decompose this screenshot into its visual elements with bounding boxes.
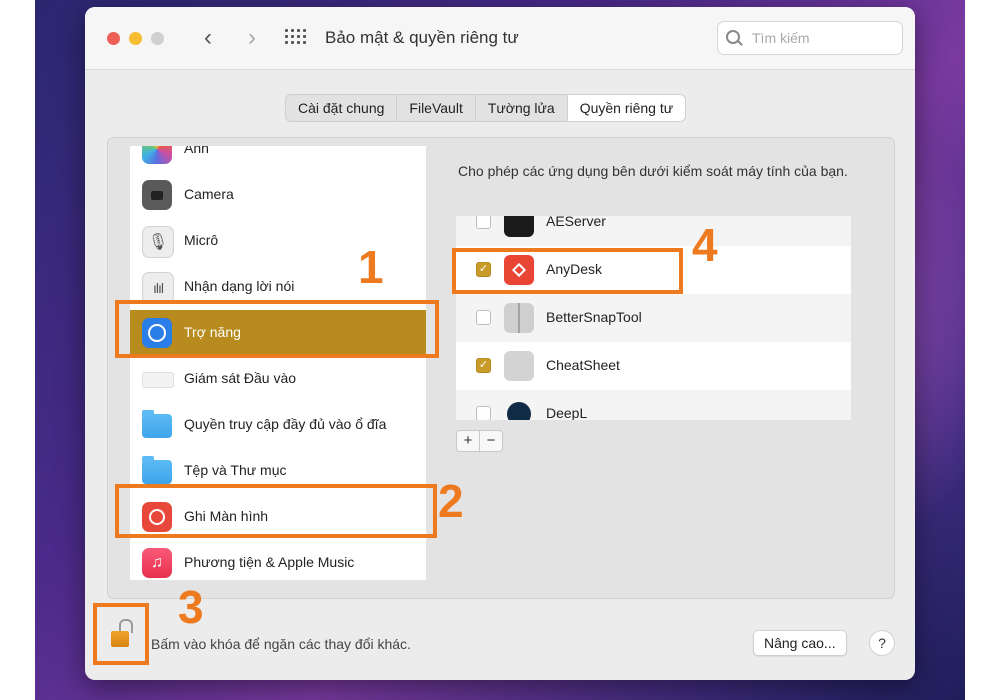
window-title: Bảo mật & quyền riêng tư	[325, 28, 519, 47]
search-icon	[726, 30, 740, 44]
microphone-icon: 🎙	[142, 226, 174, 258]
callout-box-anydesk	[452, 248, 683, 294]
sidebar-item-full-disk-access[interactable]: Quyền truy cập đầy đủ vào ổ đĩa	[130, 402, 426, 448]
back-chevron-icon[interactable]: ‹	[197, 23, 219, 53]
sidebar-item-media-apple-music[interactable]: ♫ Phương tiện & Apple Music	[130, 540, 426, 580]
sidebar-item-photos[interactable]: Ảnh	[130, 146, 426, 172]
sidebar-item-camera[interactable]: Camera	[130, 172, 426, 218]
lock-hint-text: Bấm vào khóa để ngăn các thay đổi khác.	[151, 636, 411, 652]
aeserver-checkbox[interactable]	[476, 216, 491, 229]
cheatsheet-checkbox[interactable]: ✓	[476, 358, 491, 373]
tab-general[interactable]: Cài đặt chung	[286, 95, 398, 121]
accessibility-apps-panel: Cho phép các ứng dụng bên dưới kiểm soát…	[438, 138, 894, 598]
folder-icon	[142, 410, 172, 438]
bettersnaptool-checkbox[interactable]	[476, 310, 491, 325]
callout-number-2: 2	[438, 475, 464, 527]
tab-privacy[interactable]: Quyền riêng tư	[567, 95, 686, 121]
bettersnaptool-icon	[504, 303, 534, 333]
app-list[interactable]: AEServer ✓ AnyDesk BetterSnapTool ✓ Chea…	[456, 216, 851, 420]
callout-box-lock	[93, 603, 149, 665]
app-row-bettersnaptool[interactable]: BetterSnapTool	[456, 294, 851, 342]
app-name: CheatSheet	[546, 357, 620, 373]
music-icon: ♫	[142, 548, 172, 578]
remove-app-button[interactable]: −	[480, 431, 502, 451]
sidebar-item-label: Giám sát Đầu vào	[184, 370, 297, 386]
sidebar-item-label: Camera	[184, 186, 234, 202]
folder-icon	[142, 456, 172, 484]
sidebar-item-input-monitoring[interactable]: Giám sát Đầu vào	[130, 356, 426, 402]
sidebar-item-label: Phương tiện & Apple Music	[184, 554, 355, 570]
sidebar-item-label: Ảnh	[184, 146, 209, 156]
callout-number-4: 4	[692, 219, 718, 271]
tab-filevault[interactable]: FileVault	[397, 95, 476, 121]
sidebar-item-label: Nhận dạng lời nói	[184, 278, 295, 294]
photos-icon	[142, 146, 172, 164]
tab-bar: Cài đặt chung FileVault Tường lửa Quyền …	[285, 94, 687, 122]
app-row-cheatsheet[interactable]: ✓ CheatSheet	[456, 342, 851, 390]
callout-number-1: 1	[358, 241, 384, 293]
app-name: DeepL	[546, 405, 588, 420]
callout-box-screen-recording	[115, 484, 437, 538]
title-bar: ‹ › Bảo mật & quyền riêng tư	[85, 7, 915, 70]
sidebar-item-label: Micrô	[184, 232, 219, 248]
app-name: BetterSnapTool	[546, 309, 642, 325]
search-input[interactable]	[750, 27, 894, 49]
close-button[interactable]	[107, 32, 120, 45]
forward-chevron-icon[interactable]: ›	[241, 23, 263, 53]
app-row-deepl[interactable]: DeepL	[456, 390, 851, 420]
help-button[interactable]: ?	[869, 630, 895, 656]
app-row-aeserver[interactable]: AEServer	[456, 216, 851, 246]
sidebar-item-label: Tệp và Thư mục	[184, 462, 287, 478]
callout-box-accessibility	[115, 300, 439, 358]
permission-description: Cho phép các ứng dụng bên dưới kiểm soát…	[458, 163, 848, 179]
show-all-grid-icon[interactable]	[285, 29, 306, 47]
app-name: AEServer	[546, 216, 606, 229]
minimize-button[interactable]	[129, 32, 142, 45]
sidebar-item-label: Quyền truy cập đầy đủ vào ổ đĩa	[184, 416, 387, 432]
advanced-button[interactable]: Nâng cao...	[753, 630, 847, 656]
tab-firewall[interactable]: Tường lửa	[476, 95, 568, 121]
camera-icon	[142, 180, 172, 210]
aeserver-icon	[504, 216, 534, 237]
keyboard-icon	[142, 372, 174, 388]
deepl-checkbox[interactable]	[476, 406, 491, 420]
callout-number-3: 3	[178, 581, 204, 633]
zoom-button[interactable]	[151, 32, 164, 45]
search-field[interactable]	[717, 21, 903, 55]
cheatsheet-icon	[504, 351, 534, 381]
deepl-icon	[507, 402, 531, 420]
add-remove-buttons: + −	[456, 430, 503, 452]
add-app-button[interactable]: +	[457, 431, 480, 451]
